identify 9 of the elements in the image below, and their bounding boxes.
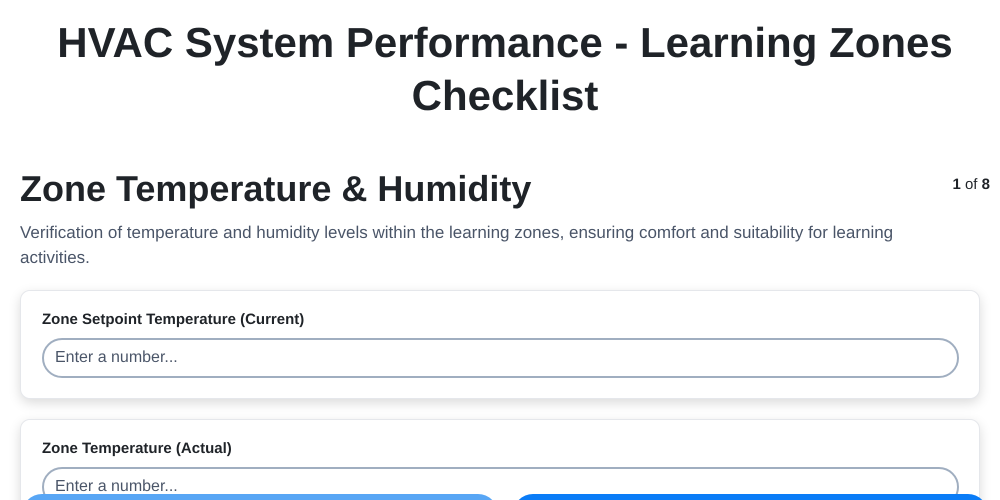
number-input[interactable]: Enter a number...: [55, 349, 946, 367]
section-heading: Zone Temperature & Humidity: [20, 168, 532, 210]
section-description: Verification of temperature and humidity levels within the learning zones, ensuring comfort and suitability for learning activities.: [20, 222, 894, 269]
step-counter: 1 of 8: [952, 176, 990, 193]
number-input[interactable]: Enter a number...: [55, 478, 946, 496]
page-title: HVAC System Performance - Learning Zones Checklist: [56, 18, 954, 121]
field-label: Zone Temperature (Actual): [42, 440, 233, 457]
number-field[interactable]: Enter a number...: [42, 338, 959, 378]
field-label: Zone Setpoint Temperature (Current): [42, 311, 306, 328]
